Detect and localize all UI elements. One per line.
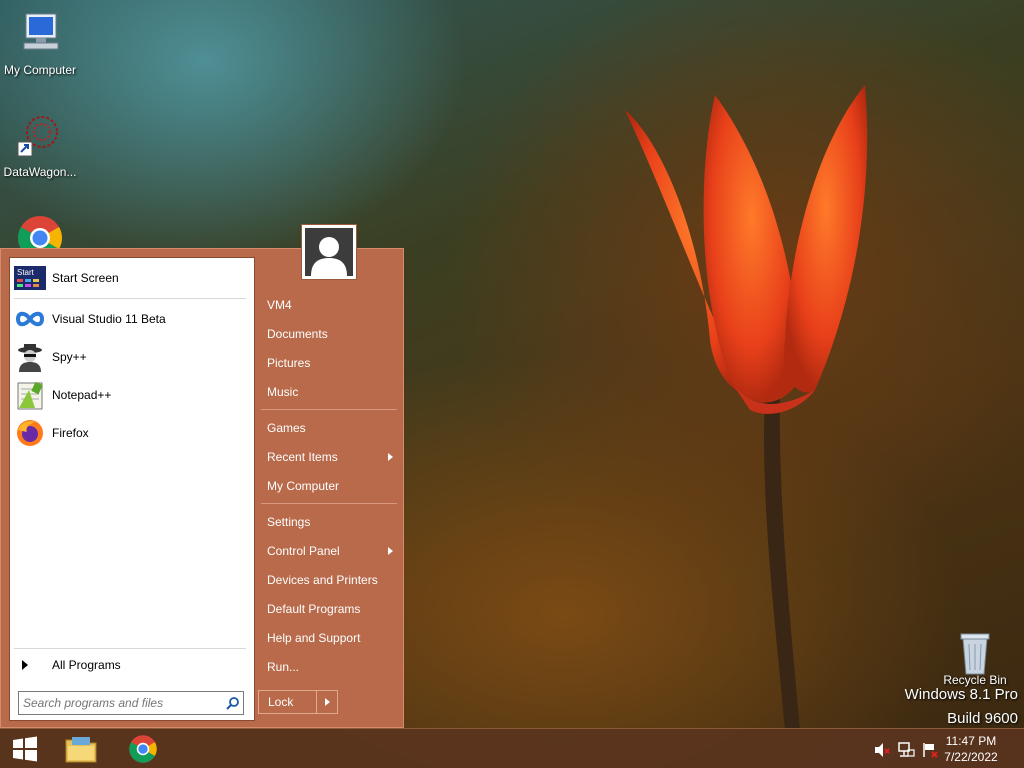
taskbar-file-explorer[interactable]	[58, 731, 104, 767]
right-separator	[261, 409, 397, 410]
program-visual-studio[interactable]: Visual Studio 11 Beta	[14, 302, 250, 336]
chevron-right-icon	[324, 698, 330, 706]
lock-button-group: Lock	[258, 690, 338, 714]
start-menu-programs-pane: Start Start Screen Visual Studio 11 Beta	[9, 257, 255, 721]
start-item-games[interactable]: Games	[261, 415, 397, 441]
submenu-arrow-icon	[388, 453, 393, 461]
start-item-help-support[interactable]: Help and Support	[261, 625, 397, 651]
user-picture[interactable]	[301, 224, 357, 280]
all-programs-arrow-icon	[22, 660, 28, 670]
start-screen-icon-text: Start	[17, 268, 35, 277]
desktop-icon-recycle-bin[interactable]: Recycle Bin	[935, 630, 1015, 687]
windows-version-watermark: Windows 8.1 Pro	[904, 686, 1018, 703]
datawagon-shortcut-icon	[17, 116, 58, 157]
programs-separator	[14, 298, 246, 299]
desktop-icon-label: Recycle Bin	[943, 673, 1007, 687]
clock-date: 7/22/2022	[944, 750, 998, 764]
program-label: Spy++	[52, 350, 87, 364]
start-item-user[interactable]: VM4	[261, 292, 397, 318]
all-programs-button[interactable]: All Programs	[14, 652, 250, 678]
search-icon[interactable]	[223, 693, 243, 713]
right-separator	[261, 503, 397, 504]
start-item-documents[interactable]: Documents	[261, 321, 397, 347]
volume-muted-icon[interactable]	[873, 741, 891, 759]
windows-logo-icon	[13, 736, 37, 762]
taskbar-chrome[interactable]	[120, 731, 166, 767]
program-label: Visual Studio 11 Beta	[52, 312, 166, 326]
chrome-icon	[129, 735, 157, 763]
notepad-plus-plus-icon	[14, 379, 46, 411]
recent-items-label: Recent Items	[267, 450, 338, 464]
start-button[interactable]	[2, 731, 48, 767]
firefox-icon	[14, 417, 46, 449]
all-programs-label: All Programs	[52, 658, 121, 672]
start-item-settings[interactable]: Settings	[261, 509, 397, 535]
spy-icon	[14, 341, 46, 373]
power-options-arrow-button[interactable]	[317, 691, 337, 713]
desktop-icon-datawagon[interactable]: DataWagon...	[0, 112, 80, 179]
start-item-default-programs[interactable]: Default Programs	[261, 596, 397, 622]
windows-build-watermark: Build 9600	[947, 710, 1018, 727]
search-input[interactable]	[19, 693, 223, 713]
submenu-arrow-icon	[388, 547, 393, 555]
start-item-run[interactable]: Run...	[261, 654, 397, 680]
start-item-control-panel[interactable]: Control Panel	[261, 538, 397, 564]
start-item-pictures[interactable]: Pictures	[261, 350, 397, 376]
control-panel-label: Control Panel	[267, 544, 340, 558]
clock-time: 11:47 PM	[945, 734, 997, 748]
user-avatar-icon	[311, 237, 347, 276]
taskbar-clock[interactable]: 11:47 PM 7/22/2022	[936, 733, 1006, 765]
desktop-icon-my-computer[interactable]: My Computer	[0, 10, 80, 77]
lock-button[interactable]: Lock	[259, 691, 317, 713]
start-item-music[interactable]: Music	[261, 379, 397, 405]
program-notepad-plus-plus[interactable]: Notepad++	[14, 378, 250, 412]
network-icon[interactable]	[897, 741, 915, 759]
start-item-my-computer[interactable]: My Computer	[261, 473, 397, 499]
desktop-icon-label: DataWagon...	[3, 165, 77, 179]
start-item-recent-items[interactable]: Recent Items	[261, 444, 397, 470]
program-firefox[interactable]: Firefox	[14, 416, 250, 450]
desktop-icon-label: My Computer	[3, 63, 77, 77]
recycle-bin-icon	[960, 633, 990, 675]
start-item-devices-printers[interactable]: Devices and Printers	[261, 567, 397, 593]
all-programs-separator	[14, 648, 246, 649]
computer-icon	[23, 13, 59, 50]
visual-studio-icon	[14, 303, 46, 335]
start-screen-icon: Start	[14, 262, 46, 294]
program-label: Firefox	[52, 426, 89, 440]
program-spy[interactable]: Spy++	[14, 340, 250, 374]
program-start-screen[interactable]: Start Start Screen	[14, 261, 250, 295]
program-label: Start Screen	[52, 271, 119, 285]
search-programs-box[interactable]	[18, 691, 244, 715]
program-label: Notepad++	[52, 388, 112, 402]
taskbar: 11:47 PM 7/22/2022	[0, 728, 1024, 768]
wallpaper-tulip	[625, 85, 868, 730]
file-explorer-icon	[65, 737, 97, 763]
start-menu: Start Start Screen Visual Studio 11 Beta	[0, 224, 404, 728]
